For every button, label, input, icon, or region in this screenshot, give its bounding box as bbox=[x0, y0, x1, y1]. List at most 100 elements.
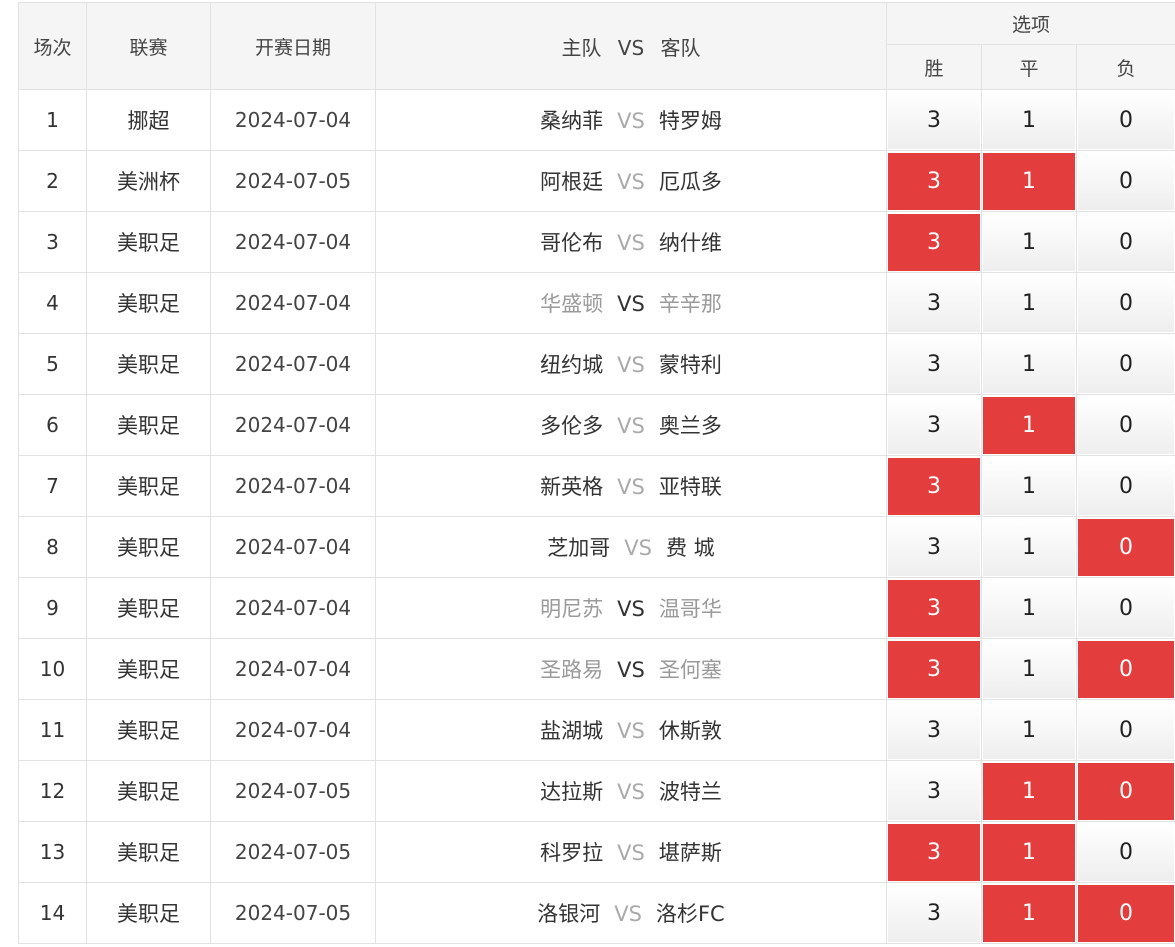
option-win-cell: 3 bbox=[886, 150, 982, 212]
row-index: 12 bbox=[18, 760, 87, 822]
option-lose-button[interactable]: 0 bbox=[1078, 396, 1175, 454]
option-win-button[interactable]: 3 bbox=[888, 91, 980, 149]
option-lose-button[interactable]: 0 bbox=[1078, 701, 1175, 759]
option-win-button[interactable]: 3 bbox=[888, 823, 980, 881]
option-win-button[interactable]: 3 bbox=[888, 640, 980, 698]
option-draw-button[interactable]: 1 bbox=[983, 762, 1075, 820]
row-date: 2024-07-04 bbox=[210, 333, 376, 395]
option-draw-button[interactable]: 1 bbox=[983, 640, 1075, 698]
away-team: 亚特联 bbox=[658, 475, 722, 499]
row-match: 洛银河 VS 洛杉FC bbox=[375, 882, 887, 944]
option-draw-button[interactable]: 1 bbox=[983, 274, 1075, 332]
option-draw-cell: 1 bbox=[981, 760, 1077, 822]
option-draw-button[interactable]: 1 bbox=[983, 884, 1075, 942]
option-draw-button[interactable]: 1 bbox=[983, 701, 1075, 759]
home-team: 达拉斯 bbox=[540, 780, 604, 804]
option-win-button[interactable]: 3 bbox=[888, 762, 980, 820]
option-draw-button[interactable]: 1 bbox=[983, 518, 1075, 576]
option-win-button[interactable]: 3 bbox=[888, 152, 980, 210]
row-date: 2024-07-05 bbox=[210, 882, 376, 944]
option-lose-button[interactable]: 0 bbox=[1078, 823, 1175, 881]
option-lose-button[interactable]: 0 bbox=[1078, 884, 1175, 942]
option-win-button[interactable]: 3 bbox=[888, 213, 980, 271]
table-row: 11 美职足 2024-07-04 盐湖城 VS 休斯敦 3 1 0 bbox=[18, 699, 1175, 761]
option-lose-cell: 0 bbox=[1075, 394, 1175, 456]
away-team: 费 城 bbox=[666, 536, 715, 560]
table-row: 4 美职足 2024-07-04 华盛顿 VS 辛辛那 3 1 0 bbox=[18, 272, 1175, 334]
vs-label: VS bbox=[624, 536, 652, 560]
away-team: 温哥华 bbox=[658, 597, 722, 621]
option-lose-button[interactable]: 0 bbox=[1078, 213, 1175, 271]
away-team: 蒙特利 bbox=[658, 353, 722, 377]
vs-label: VS bbox=[617, 475, 645, 499]
option-win-button[interactable]: 3 bbox=[888, 396, 980, 454]
option-lose-button[interactable]: 0 bbox=[1078, 274, 1175, 332]
vs-label: VS bbox=[617, 719, 645, 743]
vs-label: VS bbox=[617, 841, 645, 865]
away-team: 纳什维 bbox=[658, 231, 722, 255]
row-league: 美职足 bbox=[86, 394, 211, 456]
option-win-button[interactable]: 3 bbox=[888, 884, 980, 942]
vs-label: VS bbox=[617, 353, 645, 377]
away-team: 堪萨斯 bbox=[658, 841, 722, 865]
option-lose-button[interactable]: 0 bbox=[1078, 762, 1175, 820]
option-draw-cell: 1 bbox=[981, 150, 1077, 212]
home-team: 阿根廷 bbox=[540, 170, 604, 194]
row-index: 5 bbox=[18, 333, 87, 395]
option-lose-cell: 0 bbox=[1075, 150, 1175, 212]
row-league: 美职足 bbox=[86, 577, 211, 639]
row-match: 哥伦布 VS 纳什维 bbox=[375, 211, 887, 273]
option-win-button[interactable]: 3 bbox=[888, 457, 980, 515]
option-lose-button[interactable]: 0 bbox=[1078, 152, 1175, 210]
option-draw-button[interactable]: 1 bbox=[983, 213, 1075, 271]
option-lose-button[interactable]: 0 bbox=[1078, 579, 1175, 637]
table-row: 7 美职足 2024-07-04 新英格 VS 亚特联 3 1 0 bbox=[18, 455, 1175, 517]
home-team: 科罗拉 bbox=[540, 841, 604, 865]
option-lose-button[interactable]: 0 bbox=[1078, 518, 1175, 576]
option-draw-cell: 1 bbox=[981, 638, 1077, 700]
table-row: 2 美洲杯 2024-07-05 阿根廷 VS 厄瓜多 3 1 0 bbox=[18, 150, 1175, 212]
option-win-button[interactable]: 3 bbox=[888, 518, 980, 576]
table-row: 6 美职足 2024-07-04 多伦多 VS 奥兰多 3 1 0 bbox=[18, 394, 1175, 456]
option-draw-button[interactable]: 1 bbox=[983, 579, 1075, 637]
row-index: 10 bbox=[18, 638, 87, 700]
option-win-cell: 3 bbox=[886, 272, 982, 334]
vs-label: VS bbox=[614, 902, 642, 926]
option-lose-button[interactable]: 0 bbox=[1078, 91, 1175, 149]
row-index: 1 bbox=[18, 89, 87, 151]
home-team: 芝加哥 bbox=[547, 536, 611, 560]
row-date: 2024-07-04 bbox=[210, 516, 376, 578]
option-win-button[interactable]: 3 bbox=[888, 579, 980, 637]
table-row: 3 美职足 2024-07-04 哥伦布 VS 纳什维 3 1 0 bbox=[18, 211, 1175, 273]
home-team: 多伦多 bbox=[540, 414, 604, 438]
table-header: 场次 联赛 开赛日期 主队 VS 客队 选项 胜 平 负 bbox=[18, 1, 1175, 90]
option-win-button[interactable]: 3 bbox=[888, 701, 980, 759]
header-index: 场次 bbox=[18, 2, 87, 90]
option-lose-button[interactable]: 0 bbox=[1078, 335, 1175, 393]
option-draw-button[interactable]: 1 bbox=[983, 457, 1075, 515]
option-draw-cell: 1 bbox=[981, 333, 1077, 395]
option-draw-button[interactable]: 1 bbox=[983, 91, 1075, 149]
home-team: 桑纳菲 bbox=[540, 109, 604, 133]
option-draw-button[interactable]: 1 bbox=[983, 396, 1075, 454]
header-date: 开赛日期 bbox=[210, 2, 376, 90]
option-lose-button[interactable]: 0 bbox=[1078, 457, 1175, 515]
option-lose-button[interactable]: 0 bbox=[1078, 640, 1175, 698]
option-win-button[interactable]: 3 bbox=[888, 335, 980, 393]
option-lose-cell: 0 bbox=[1075, 333, 1175, 395]
option-draw-button[interactable]: 1 bbox=[983, 823, 1075, 881]
option-draw-button[interactable]: 1 bbox=[983, 152, 1075, 210]
table-body: 1 挪超 2024-07-04 桑纳菲 VS 特罗姆 3 1 0 2 美洲杯 202… bbox=[18, 89, 1175, 944]
home-team: 纽约城 bbox=[540, 353, 604, 377]
row-date: 2024-07-04 bbox=[210, 699, 376, 761]
row-date: 2024-07-04 bbox=[210, 272, 376, 334]
table-row: 12 美职足 2024-07-05 达拉斯 VS 波特兰 3 1 0 bbox=[18, 760, 1175, 822]
row-match: 盐湖城 VS 休斯敦 bbox=[375, 699, 887, 761]
row-date: 2024-07-05 bbox=[210, 821, 376, 883]
option-lose-cell: 0 bbox=[1075, 211, 1175, 273]
option-win-button[interactable]: 3 bbox=[888, 274, 980, 332]
option-win-cell: 3 bbox=[886, 577, 982, 639]
vs-label: VS bbox=[617, 780, 645, 804]
match-table-container: 场次 联赛 开赛日期 主队 VS 客队 选项 胜 平 负 1 挪超 2024-0… bbox=[18, 1, 1175, 944]
option-draw-button[interactable]: 1 bbox=[983, 335, 1075, 393]
